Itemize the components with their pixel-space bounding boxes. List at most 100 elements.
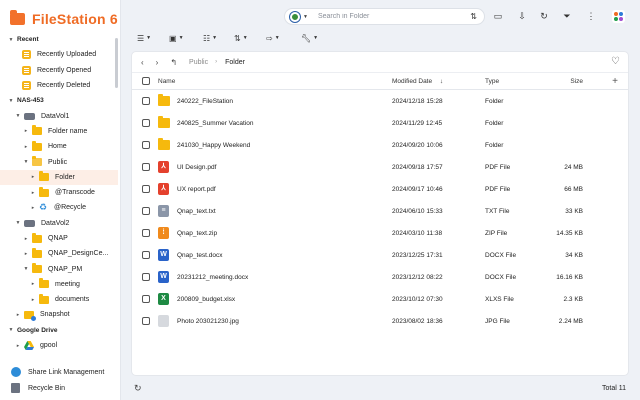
table-row[interactable]: Photo 203021230.jpg 2023/08/02 18:36 JPG…	[132, 310, 628, 332]
sort-arrow-down-icon: ↓	[439, 77, 444, 85]
move-to-button[interactable]: ⇨ ▼	[266, 31, 280, 45]
breadcrumb-parent[interactable]: Public	[189, 59, 208, 66]
section-google-drive[interactable]: ▼ Google Drive	[0, 323, 118, 338]
caret-down-icon[interactable]: ▼	[23, 266, 29, 272]
filter-icon[interactable]: ⏷	[561, 10, 573, 22]
select-button[interactable]: ☷ ▼	[203, 31, 217, 45]
sidebar-item-recently-uploaded[interactable]: Recently Uploaded	[0, 47, 118, 62]
refresh-icon[interactable]: ↻	[134, 383, 142, 394]
caret-right-icon[interactable]: ▸	[30, 297, 36, 303]
folder-icon	[158, 138, 170, 150]
caret-down-icon[interactable]: ▼	[8, 37, 14, 43]
sidebar-item-recently-opened[interactable]: Recently Opened	[0, 63, 118, 78]
breadcrumb-current[interactable]: Folder	[225, 59, 245, 66]
table-row[interactable]: 240825_Summer Vacation 2024/11/29 12:45 …	[132, 112, 628, 134]
caret-right-icon[interactable]: ▸	[23, 128, 29, 134]
row-checkbox[interactable]	[142, 295, 150, 303]
column-modified-date[interactable]: Modified Date ↓	[392, 78, 443, 85]
sidebar-item-recently-deleted[interactable]: Recently Deleted	[0, 78, 118, 93]
file-size: 16.16 KB	[556, 273, 583, 281]
select-all-checkbox[interactable]	[142, 77, 150, 85]
sidebar-item-datavol2[interactable]: ▼ DataVol2	[0, 216, 118, 231]
caret-right-icon[interactable]: ▸	[30, 205, 36, 211]
refresh-icon[interactable]: ↻	[538, 10, 550, 22]
row-checkbox[interactable]	[142, 207, 150, 215]
row-checkbox[interactable]	[142, 141, 150, 149]
sort-button[interactable]: ⇅ ▼	[234, 31, 248, 45]
row-checkbox[interactable]	[142, 119, 150, 127]
table-row[interactable]: W 20231212_meeting.docx 2023/12/12 08:22…	[132, 266, 628, 288]
create-button[interactable]: ▣ ▼	[169, 31, 184, 45]
sidebar-item-recycle[interactable]: ▸ ♻ @Recycle	[0, 200, 118, 215]
upload-tray-icon[interactable]: ⇩	[516, 10, 528, 22]
file-date: 2024/03/10 11:38	[392, 229, 443, 237]
caret-right-icon[interactable]: ▸	[30, 190, 36, 196]
table-row[interactable]: ≡ Qnap_text.txt 2024/06/10 15:33 TXT Fil…	[132, 200, 628, 222]
sidebar-item-folder-name[interactable]: ▸ Folder name	[0, 124, 118, 139]
file-date: 2024/09/18 17:57	[392, 163, 443, 171]
search-bar[interactable]: ▼ ⇅	[284, 8, 485, 25]
sidebar-item-transcode[interactable]: ▸ @Transcode	[0, 185, 118, 200]
column-name[interactable]: Name	[158, 78, 175, 85]
caret-down-icon[interactable]: ▼	[15, 220, 21, 226]
sidebar-item-documents[interactable]: ▸ documents	[0, 292, 118, 307]
caret-right-icon[interactable]: ▸	[23, 144, 29, 150]
row-checkbox[interactable]	[142, 163, 150, 171]
search-scope-icon[interactable]	[290, 11, 300, 22]
table-row[interactable]: X 200809_budget.xlsx 2023/10/12 07:30 XL…	[132, 288, 628, 310]
table-row[interactable]: ⅄ UX report.pdf 2024/09/17 10:46 PDF Fil…	[132, 178, 628, 200]
share-link-management-button[interactable]: Share Link Management	[0, 364, 120, 380]
up-level-icon[interactable]: ↰	[170, 58, 177, 67]
row-checkbox[interactable]	[142, 97, 150, 105]
sidebar-item-qnap-design[interactable]: ▸ QNAP_DesignCe...	[0, 246, 118, 261]
file-type: PDF File	[485, 185, 511, 193]
back-icon[interactable]: ‹	[141, 58, 144, 67]
table-row[interactable]: 241030_Happy Weekend 2024/09/20 10:06 Fo…	[132, 134, 628, 156]
row-checkbox[interactable]	[142, 251, 150, 259]
column-size[interactable]: Size	[570, 78, 583, 85]
caret-down-icon[interactable]: ▼	[23, 159, 29, 165]
sidebar-item-folder[interactable]: ▸ Folder	[0, 169, 118, 185]
tools-button[interactable]: 🔧︎ ▼	[301, 31, 318, 45]
caret-right-icon[interactable]: ▸	[23, 251, 29, 257]
recycle-bin-button[interactable]: Recycle Bin	[0, 380, 120, 396]
sidebar-item-public[interactable]: ▼ Public	[0, 154, 118, 169]
apps-grid-icon[interactable]	[612, 10, 625, 23]
add-column-icon[interactable]: +	[612, 76, 618, 87]
search-input[interactable]	[317, 13, 448, 20]
view-mode-button[interactable]: ☰ ▼	[137, 31, 151, 45]
chevron-down-icon[interactable]: ▼	[303, 14, 308, 20]
volume-icon	[24, 112, 35, 120]
caret-down-icon[interactable]: ▼	[8, 98, 14, 104]
sidebar-item-datavol1[interactable]: ▼ DataVol1	[0, 108, 118, 123]
section-recent[interactable]: ▼ Recent	[0, 32, 118, 47]
sidebar-item-snapshot[interactable]: ▸ Snapshot	[0, 307, 118, 322]
sidebar-item-gpool[interactable]: ▸ gpool	[0, 338, 118, 353]
table-row[interactable]: W Qnap_test.docx 2023/12/25 17:31 DOCX F…	[132, 244, 628, 266]
caret-right-icon[interactable]: ▸	[30, 174, 36, 180]
caret-right-icon[interactable]: ▸	[15, 343, 21, 349]
favorite-heart-icon[interactable]: ♡	[611, 56, 620, 67]
row-checkbox[interactable]	[142, 185, 150, 193]
section-nas[interactable]: ▼ NAS-453	[0, 93, 118, 108]
caret-right-icon[interactable]: ▸	[15, 312, 21, 318]
table-row[interactable]: ⁞ Qnap_text.zip 2024/03/10 11:38 ZIP Fil…	[132, 222, 628, 244]
caret-down-icon[interactable]: ▼	[15, 113, 21, 119]
search-filter-icon[interactable]: ⇅	[470, 12, 477, 21]
table-row[interactable]: ⅄ UI Design.pdf 2024/09/18 17:57 PDF Fil…	[132, 156, 628, 178]
forward-icon[interactable]: ›	[156, 58, 159, 67]
caret-right-icon[interactable]: ▸	[30, 281, 36, 287]
more-vertical-icon[interactable]: ⋮	[585, 10, 597, 22]
cast-icon[interactable]: ▭	[492, 10, 504, 22]
column-type[interactable]: Type	[485, 78, 499, 85]
sidebar-item-qnap[interactable]: ▸ QNAP	[0, 231, 118, 246]
sidebar-item-qnap-pm[interactable]: ▼ QNAP_PM	[0, 261, 118, 276]
caret-down-icon[interactable]: ▼	[8, 327, 14, 333]
row-checkbox[interactable]	[142, 229, 150, 237]
sidebar-item-meeting[interactable]: ▸ meeting	[0, 277, 118, 292]
sidebar-item-home[interactable]: ▸ Home	[0, 139, 118, 154]
caret-right-icon[interactable]: ▸	[23, 236, 29, 242]
table-row[interactable]: 240222_FileStation 2024/12/18 15:28 Fold…	[132, 90, 628, 112]
row-checkbox[interactable]	[142, 273, 150, 281]
row-checkbox[interactable]	[142, 317, 150, 325]
